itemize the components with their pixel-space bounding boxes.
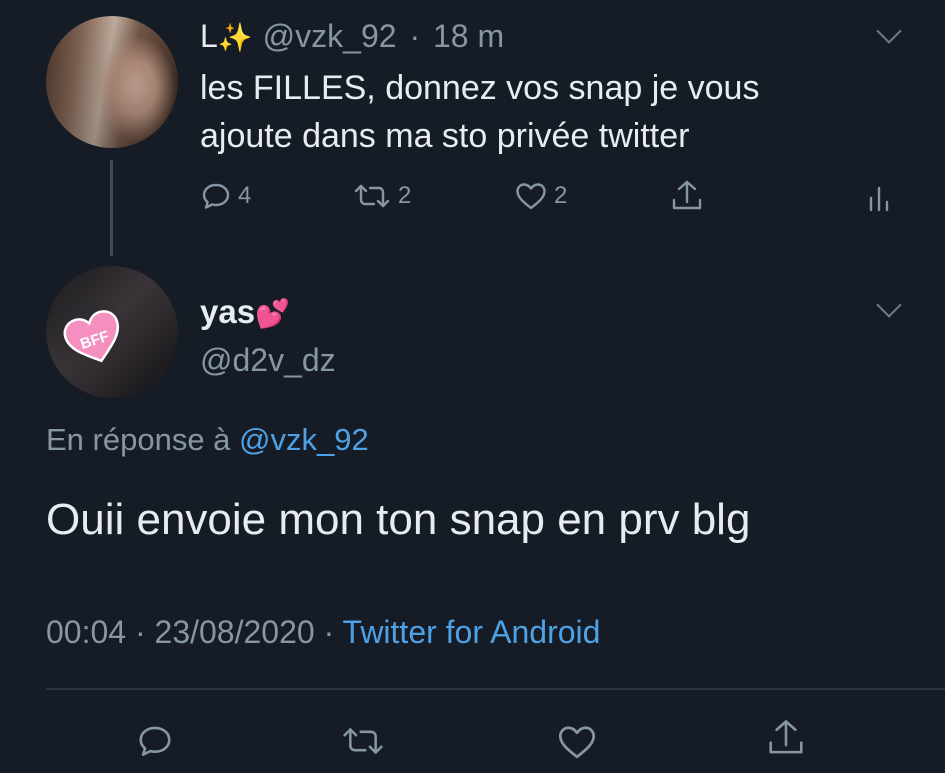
share-upload-icon (672, 180, 702, 210)
tweet-source-link[interactable]: Twitter for Android (343, 614, 601, 650)
heart-outline-icon (516, 183, 546, 210)
comment-bubble-icon (139, 726, 171, 756)
retweet-icon (354, 184, 390, 208)
like-count: 2 (554, 182, 568, 209)
meta-separator: · (323, 614, 335, 650)
analytics-bars-icon (869, 186, 889, 212)
chevron-down-icon[interactable] (876, 292, 902, 318)
parent-tweet-header: L✨ @vzk_92 · 18 m (200, 17, 504, 57)
sparkles-emoji: ✨ (217, 22, 253, 53)
bff-heart-badge: BFF (63, 310, 120, 363)
bottom-retweet-button[interactable] (340, 722, 386, 765)
retweet-count: 2 (398, 182, 412, 209)
main-tweet-text: Ouii envoie mon ton snap en prv blg (46, 495, 751, 544)
main-display-name[interactable]: yas (200, 293, 255, 330)
bottom-share-button[interactable] (766, 716, 806, 765)
like-button[interactable]: 2 (514, 180, 567, 212)
reply-count: 4 (238, 182, 252, 209)
reply-to-prefix: En réponse à (46, 422, 231, 457)
reply-to-handle-link[interactable]: @vzk_92 (239, 422, 369, 457)
parent-timestamp[interactable]: 18 m (433, 18, 504, 54)
bottom-like-button[interactable] (556, 722, 598, 767)
share-button[interactable] (670, 178, 704, 214)
reply-to-line: En réponse à @vzk_92 (46, 420, 369, 460)
header-separator: · (409, 18, 421, 54)
heart-outline-icon (558, 726, 596, 759)
divider (46, 688, 945, 690)
two-hearts-emoji: 💕 (255, 298, 290, 329)
tweet-date[interactable]: 23/08/2020 (155, 614, 315, 650)
avatar-parent-tweet[interactable] (46, 16, 178, 148)
tweet-time[interactable]: 00:04 (46, 614, 126, 650)
analytics-button[interactable] (868, 184, 890, 212)
bottom-reply-button[interactable] (136, 722, 174, 765)
thread-connector-line (110, 160, 113, 256)
meta-separator: · (134, 614, 146, 650)
comment-bubble-icon (202, 183, 230, 209)
reply-button[interactable]: 4 (200, 180, 251, 212)
parent-handle[interactable]: @vzk_92 (263, 18, 397, 54)
retweet-icon (343, 728, 383, 754)
main-display-name-row: yas💕 (200, 292, 290, 334)
chevron-down-icon[interactable] (876, 18, 902, 44)
parent-tweet-text: les FILLES, donnez vos snap je vous ajou… (200, 69, 760, 155)
tweet-meta: 00:04 · 23/08/2020 · Twitter for Android (46, 610, 600, 654)
retweet-button[interactable]: 2 (352, 180, 411, 212)
parent-display-name[interactable]: L (200, 18, 218, 54)
main-handle[interactable]: @d2v_dz (200, 340, 336, 380)
share-upload-icon (769, 720, 803, 754)
